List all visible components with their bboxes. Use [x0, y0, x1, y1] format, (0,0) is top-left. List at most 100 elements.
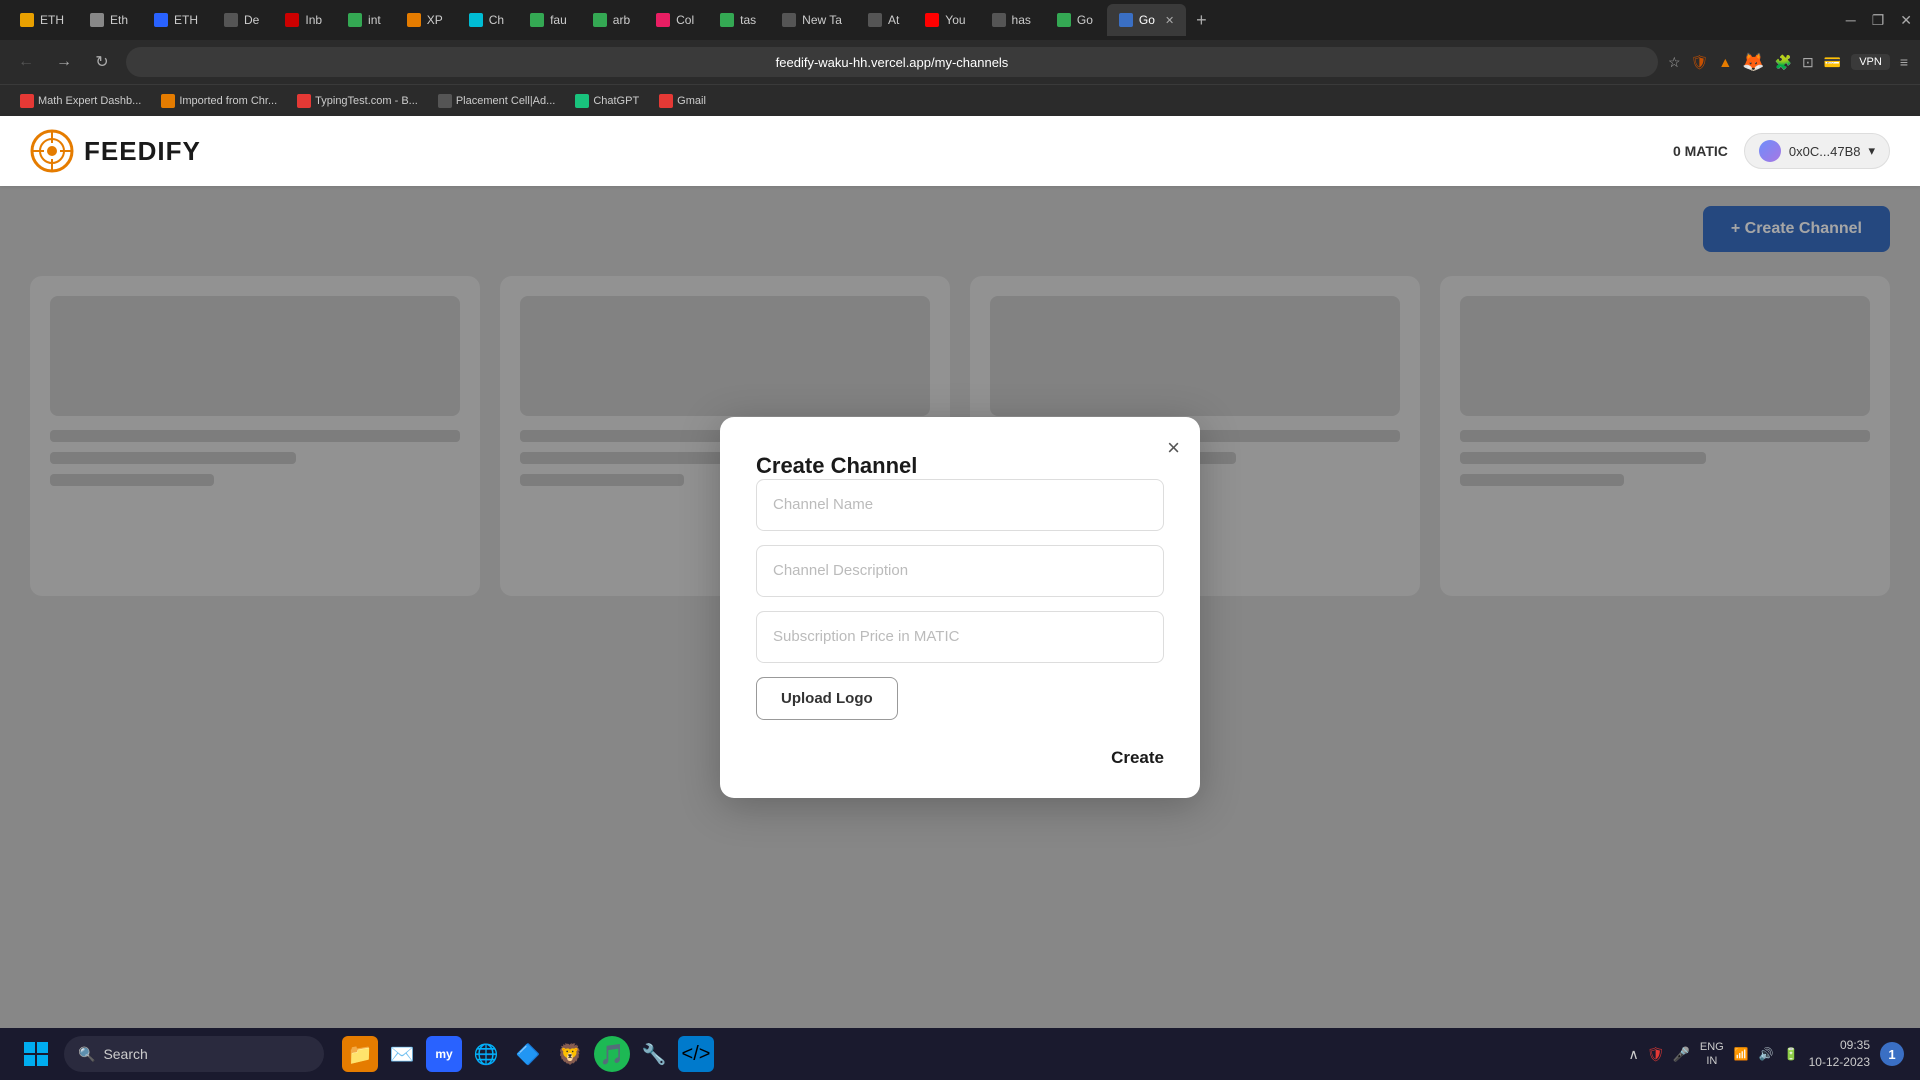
tab-has[interactable]: has	[980, 4, 1043, 36]
channel-name-input[interactable]	[756, 479, 1164, 531]
brave-shield-icon[interactable]: 🛡	[1691, 54, 1709, 71]
edge-icon[interactable]: 🔷	[510, 1036, 546, 1072]
clock: 09:35 10-12-2023	[1809, 1037, 1870, 1071]
mail-icon[interactable]: ✉️	[384, 1036, 420, 1072]
modal-create-button[interactable]: Create	[1111, 748, 1164, 768]
brave-icon[interactable]: 🦁	[552, 1036, 588, 1072]
tab-xp[interactable]: XP	[395, 4, 455, 36]
chrome-icon[interactable]: 🌐	[468, 1036, 504, 1072]
volume-icon[interactable]: 🔊	[1759, 1047, 1774, 1061]
tab-close-icon[interactable]: ✕	[1165, 14, 1174, 27]
tab-ch[interactable]: Ch	[457, 4, 516, 36]
tab-eth3[interactable]: ETH	[142, 4, 210, 36]
minimize-icon[interactable]: ─	[1846, 12, 1856, 29]
tab-favicon	[720, 13, 734, 27]
reload-button[interactable]: ↻	[88, 52, 116, 72]
bookmark-favicon	[659, 94, 673, 108]
matic-balance: 0 MATIC	[1673, 143, 1728, 159]
tab-go2[interactable]: Go ✕	[1107, 4, 1186, 36]
modal-close-button[interactable]: ×	[1167, 437, 1180, 459]
notification-button[interactable]: 1	[1880, 1042, 1904, 1066]
tab-favicon	[992, 13, 1006, 27]
bookmark-imported[interactable]: Imported from Chr...	[153, 92, 285, 110]
restore-icon[interactable]: ❐	[1872, 12, 1885, 29]
menu-icon[interactable]: ≡	[1900, 54, 1908, 70]
search-icon: 🔍	[78, 1046, 95, 1063]
tab-at[interactable]: At	[856, 4, 911, 36]
tab-newta[interactable]: New Ta	[770, 4, 854, 36]
new-tab-button[interactable]: +	[1188, 10, 1215, 31]
bookmark-placement[interactable]: Placement Cell|Ad...	[430, 92, 563, 110]
tab-col[interactable]: Col	[644, 4, 706, 36]
tab-label: At	[888, 13, 899, 27]
mic-icon[interactable]: 🎤	[1672, 1046, 1689, 1063]
bookmark-favicon	[575, 94, 589, 108]
back-button[interactable]: ←	[12, 53, 40, 71]
channel-description-input[interactable]	[756, 545, 1164, 597]
bookmark-chatgpt[interactable]: ChatGPT	[567, 92, 647, 110]
tab-label: fau	[550, 13, 567, 27]
app-logo-text: FEEDIFY	[84, 136, 201, 167]
bookmark-label: Gmail	[677, 95, 706, 107]
bookmark-math[interactable]: Math Expert Dashb...	[12, 92, 149, 110]
bookmark-label: Placement Cell|Ad...	[456, 95, 555, 107]
tab-label: int	[368, 13, 381, 27]
vpn-label[interactable]: VPN	[1851, 54, 1890, 70]
main-content: + Create Channel	[0, 186, 1920, 1028]
upload-logo-button[interactable]: Upload Logo	[756, 677, 898, 720]
tab-label: Go	[1139, 13, 1155, 27]
tab-favicon	[407, 13, 421, 27]
tab-favicon	[348, 13, 362, 27]
tab-eth1[interactable]: ETH	[8, 4, 76, 36]
tab-favicon	[469, 13, 483, 27]
extensions-icon[interactable]: 🧩	[1775, 54, 1792, 71]
tab-favicon	[154, 13, 168, 27]
bookmarks-bar: Math Expert Dashb... Imported from Chr..…	[0, 84, 1920, 116]
tab-int[interactable]: int	[336, 4, 393, 36]
app-icon-1[interactable]: 🔧	[636, 1036, 672, 1072]
tab-favicon	[656, 13, 670, 27]
vscode-icon[interactable]: </>	[678, 1036, 714, 1072]
tab-favicon	[782, 13, 796, 27]
antivirus-icon[interactable]: 🛡	[1647, 1046, 1665, 1063]
network-icon[interactable]: 📶	[1734, 1047, 1749, 1061]
tab-label: Col	[676, 13, 694, 27]
wallet-icon[interactable]: 💳	[1824, 54, 1841, 71]
myphp-icon[interactable]: my	[426, 1036, 462, 1072]
file-explorer-icon[interactable]: 📁	[342, 1036, 378, 1072]
taskbar-search[interactable]: 🔍 Search	[64, 1036, 324, 1072]
subscription-price-input[interactable]	[756, 611, 1164, 663]
forward-button[interactable]: →	[50, 53, 78, 71]
tab-eth2[interactable]: Eth	[78, 4, 140, 36]
tab-label: XP	[427, 13, 443, 27]
bookmark-icon[interactable]: ☆	[1668, 54, 1681, 71]
split-view-icon[interactable]: ⊡	[1802, 54, 1814, 71]
bookmark-gmail[interactable]: Gmail	[651, 92, 714, 110]
start-button[interactable]	[16, 1034, 56, 1074]
wallet-badge[interactable]: 0x0C...47B8 ▾	[1744, 133, 1890, 169]
app-area: FEEDIFY 0 MATIC 0x0C...47B8 ▾ + Create C…	[0, 116, 1920, 1028]
logo-area: FEEDIFY	[30, 129, 201, 173]
tab-arb[interactable]: arb	[581, 4, 642, 36]
tray-up-icon[interactable]: ∧	[1628, 1046, 1638, 1063]
tab-fau[interactable]: fau	[518, 4, 579, 36]
tab-tas[interactable]: tas	[708, 4, 768, 36]
spotify-icon[interactable]: 🎵	[594, 1036, 630, 1072]
tab-inb[interactable]: Inb	[273, 4, 334, 36]
tab-favicon	[925, 13, 939, 27]
tab-de[interactable]: De	[212, 4, 271, 36]
tab-favicon	[224, 13, 238, 27]
profile-icon[interactable]: 🦊	[1742, 52, 1764, 73]
windows-icon	[22, 1040, 50, 1068]
bookmark-typing[interactable]: TypingTest.com - B...	[289, 92, 426, 110]
battery-icon[interactable]: 🔋	[1784, 1047, 1799, 1061]
system-tray-icons: ∧ 🛡 🎤	[1628, 1046, 1689, 1063]
search-label: Search	[103, 1046, 147, 1062]
tab-label: has	[1012, 13, 1031, 27]
tab-go1[interactable]: Go	[1045, 4, 1105, 36]
close-window-icon[interactable]: ✕	[1900, 12, 1912, 29]
rewards-icon[interactable]: ▲	[1718, 54, 1732, 70]
tab-you[interactable]: You	[913, 4, 977, 36]
address-input[interactable]	[126, 47, 1658, 77]
tab-label: tas	[740, 13, 756, 27]
